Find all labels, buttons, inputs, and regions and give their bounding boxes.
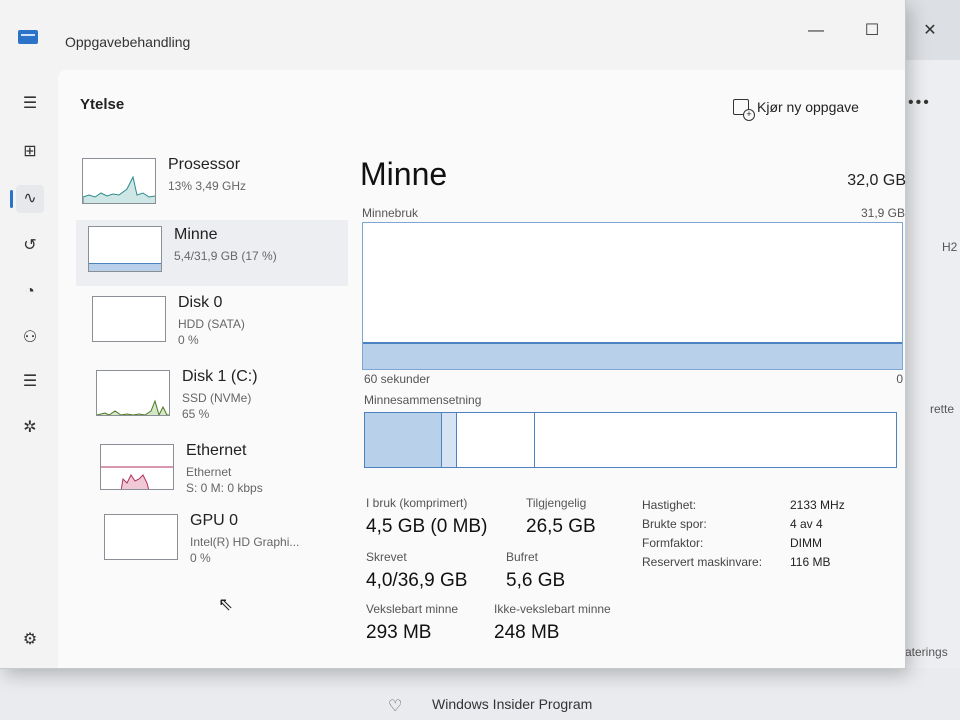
app-history-icon[interactable]: ↺ (16, 232, 44, 260)
memory-usage-label: Minnebruk (362, 206, 419, 220)
committed-value: 4,0/36,9 GB (366, 570, 468, 591)
reserved-hardware-value: 116 MB (790, 555, 831, 569)
available-value: 26,5 GB (526, 516, 596, 537)
nonpaged-pool-value: 248 MB (494, 622, 560, 643)
maximize-button[interactable]: ☐ (852, 18, 892, 44)
speed-label: Hastighet: (642, 498, 697, 512)
resource-detail: HDD (SATA) (178, 317, 245, 331)
memory-thumbnail-graph (88, 226, 162, 272)
background-text: aterings (905, 645, 948, 659)
resource-name: GPU 0 (190, 512, 239, 529)
resource-item-ethernet[interactable]: Ethernet Ethernet S: 0 M: 0 kbps (76, 438, 348, 504)
resource-detail: Ethernet (186, 465, 232, 479)
ethernet-sparkline (101, 466, 173, 489)
users-icon[interactable]: ⚇ (16, 324, 44, 352)
more-options-button[interactable]: ••• (908, 94, 931, 112)
resource-list: Prosessor 13% 3,49 GHz Minne 5,4/31,9 GB… (76, 140, 348, 668)
resource-item-gpu[interactable]: GPU 0 Intel(R) HD Graphi... 0 % (76, 508, 348, 574)
resource-name: Disk 0 (178, 294, 223, 311)
resource-usage: 0 % (190, 551, 211, 565)
insider-program-icon: ♡ (388, 698, 403, 715)
content-area: Ytelse Kjør ny oppgave ••• Prosessor 13%… (58, 70, 929, 668)
disk1-thumbnail-graph (96, 370, 170, 416)
time-span-label: 60 sekunder (364, 372, 431, 386)
active-tab-indicator (10, 190, 13, 208)
disk1-sparkline (97, 399, 169, 415)
services-icon[interactable]: ✲ (16, 414, 44, 442)
background-window-bottom: ♡ Windows Insider Program (0, 668, 960, 720)
cached-label: Bufret (506, 550, 539, 564)
slots-value: 4 av 4 (790, 517, 823, 531)
resource-detail: 13% 3,49 GHz (168, 179, 247, 193)
composition-in-use (365, 413, 442, 467)
run-new-task-label: Kjør ny oppgave (757, 99, 859, 115)
memory-usage-graph (362, 222, 903, 370)
background-window (905, 60, 960, 680)
resource-detail: SSD (NVMe) (182, 391, 252, 405)
resource-usage: 0 % (178, 333, 199, 347)
resource-detail: 5,4/31,9 GB (17 %) (174, 249, 277, 263)
composition-standby (457, 413, 535, 467)
memory-total: 32,0 GB (847, 172, 906, 189)
resource-item-disk1[interactable]: Disk 1 (C:) SSD (NVMe) 65 % (76, 364, 348, 430)
gpu-thumbnail-graph (104, 514, 178, 560)
composition-label: Minnesammensetning (364, 393, 482, 407)
cpu-thumbnail-graph (82, 158, 156, 204)
memory-composition-bar (364, 412, 897, 468)
hamburger-menu-icon[interactable]: ☰ (16, 90, 44, 118)
memory-usage-fill (363, 342, 902, 369)
background-text: H2 (942, 240, 958, 254)
new-task-icon (733, 99, 755, 121)
window-title: Oppgavebehandling (65, 34, 191, 50)
form-factor-label: Formfaktor: (642, 536, 704, 550)
resource-name: Ethernet (186, 442, 247, 459)
resource-usage: S: 0 M: 0 kbps (186, 481, 263, 495)
available-label: Tilgjengelig (526, 496, 587, 510)
page-title: Ytelse (80, 96, 125, 113)
resource-name: Disk 1 (C:) (182, 368, 258, 385)
memory-usage-max: 31,9 GB (860, 206, 905, 220)
background-text: rette (930, 402, 955, 416)
speed-value: 2133 MHz (790, 498, 845, 512)
resource-detail: Intel(R) HD Graphi... (190, 535, 300, 549)
ethernet-thumbnail-graph (100, 444, 174, 490)
minimize-button[interactable]: — (796, 18, 836, 44)
nonpaged-pool-label: Ikke-vekslebart minne (494, 602, 611, 616)
details-icon[interactable]: ☰ (16, 368, 44, 396)
processes-icon[interactable]: ⊞ (16, 138, 44, 166)
panel-title: Minne (360, 156, 448, 192)
form-factor-value: DIMM (790, 536, 822, 550)
cached-value: 5,6 GB (506, 570, 566, 591)
task-manager-window: Oppgavebehandling — ☐ ✕ ☰ ⊞ ∿ ↺ ◔ ⚇ ☰ ✲ … (0, 0, 937, 668)
memory-detail-panel: Minne 32,0 GB Minnebruk 31,9 GB 60 sekun… (348, 140, 906, 668)
paged-pool-value: 293 MB (366, 622, 432, 643)
composition-modified (442, 413, 457, 467)
startup-apps-icon[interactable]: ◔ (16, 278, 44, 306)
time-end-label: 0 (896, 372, 903, 386)
resource-name: Minne (174, 226, 218, 243)
paged-pool-label: Vekslebart minne (366, 602, 459, 616)
insider-program-label[interactable]: Windows Insider Program (432, 696, 592, 712)
committed-label: Skrevet (366, 550, 407, 564)
in-use-value: 4,5 GB (0 MB) (366, 516, 488, 537)
run-new-task-button[interactable]: Kjør ny oppgave (733, 96, 859, 121)
composition-free (535, 413, 896, 467)
nav-rail: ☰ ⊞ ∿ ↺ ◔ ⚇ ☰ ✲ ⚙ (0, 70, 58, 668)
settings-icon[interactable]: ⚙ (16, 626, 44, 654)
mouse-cursor-icon: ⇖ (218, 594, 234, 614)
resource-item-memory[interactable]: Minne 5,4/31,9 GB (17 %) (76, 220, 348, 286)
resource-item-cpu[interactable]: Prosessor 13% 3,49 GHz (76, 152, 348, 218)
disk0-thumbnail-graph (92, 296, 166, 342)
resource-item-disk0[interactable]: Disk 0 HDD (SATA) 0 % (76, 290, 348, 356)
performance-icon[interactable]: ∿ (16, 185, 44, 213)
title-bar[interactable]: Oppgavebehandling — ☐ ✕ (0, 0, 937, 70)
cpu-sparkline (83, 175, 155, 203)
in-use-label: I bruk (komprimert) (366, 496, 468, 510)
resource-usage: 65 % (182, 407, 210, 421)
close-button[interactable]: ✕ (910, 18, 950, 44)
resource-name: Prosessor (168, 156, 241, 173)
slots-label: Brukte spor: (642, 517, 707, 531)
reserved-hardware-label: Reservert maskinvare: (642, 555, 763, 569)
task-manager-app-icon (18, 30, 38, 44)
